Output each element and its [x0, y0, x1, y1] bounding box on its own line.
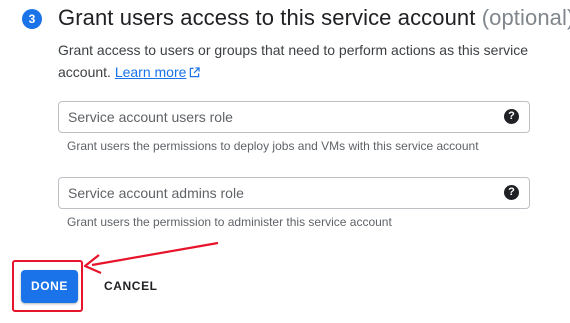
grant-access-step: 3 Grant users access to this service acc…	[0, 0, 570, 323]
done-button[interactable]: DONE	[21, 270, 78, 303]
cancel-button[interactable]: CANCEL	[98, 270, 164, 303]
annotation-arrow	[83, 241, 219, 275]
